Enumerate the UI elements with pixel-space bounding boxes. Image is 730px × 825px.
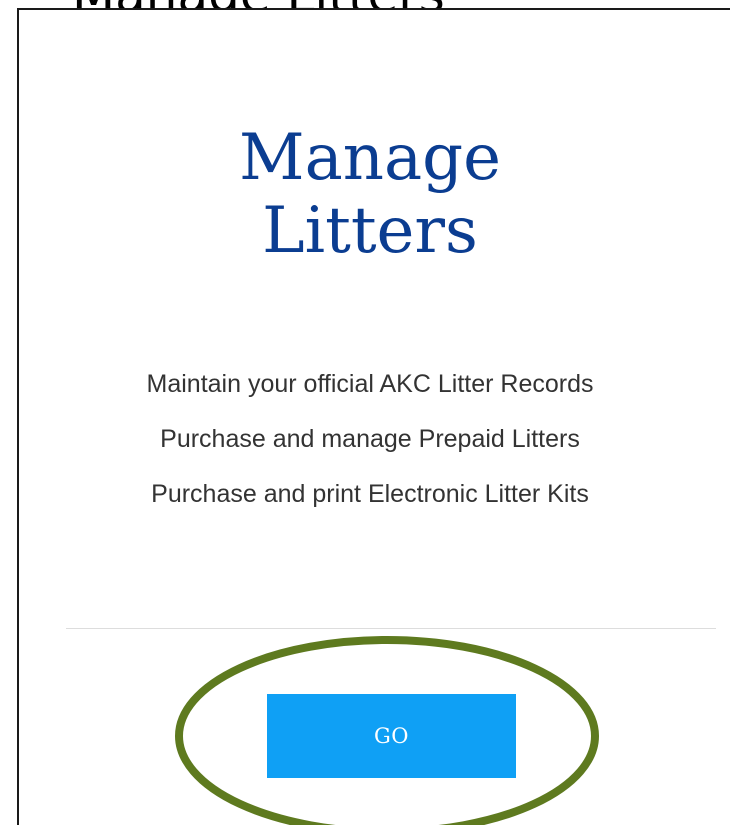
page: Manage Litters Manage Litters Maintain y…	[0, 0, 730, 825]
card-title: Manage Litters	[200, 122, 540, 268]
description-line: Purchase and manage Prepaid Litters	[160, 425, 580, 453]
go-button[interactable]: GO	[267, 694, 516, 778]
description-line: Maintain your official AKC Litter Record…	[146, 370, 594, 398]
divider	[66, 628, 716, 629]
card-description: Maintain your official AKC Litter Record…	[20, 364, 720, 529]
card-title-line-1: Manage	[239, 121, 501, 195]
card-title-line-2: Litters	[262, 193, 478, 268]
description-line: Purchase and print Electronic Litter Kit…	[151, 480, 589, 508]
